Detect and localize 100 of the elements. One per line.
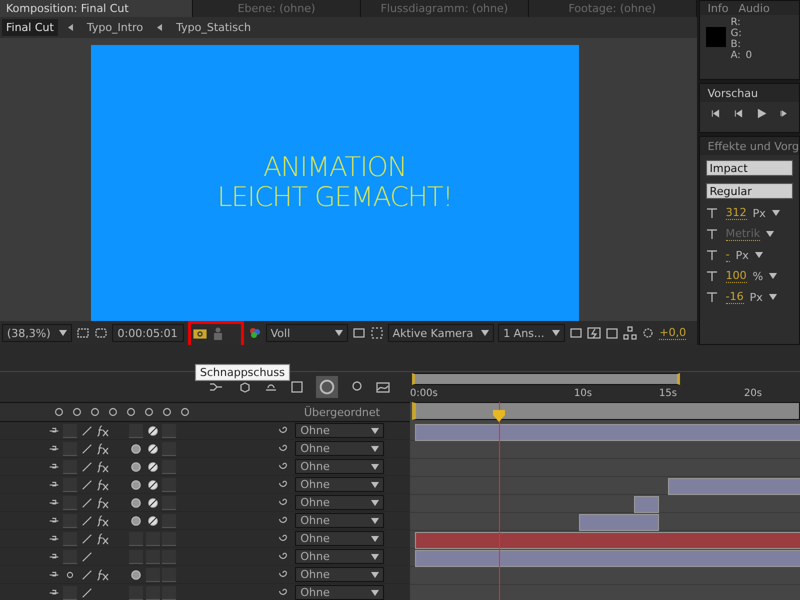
parent-dropdown[interactable]: Ohne	[295, 585, 384, 600]
frame-icon[interactable]	[569, 326, 584, 340]
switch-box[interactable]	[146, 568, 160, 582]
views-dropdown[interactable]: 1 Ans...	[498, 324, 566, 342]
switch-box[interactable]	[129, 532, 144, 546]
time-ruler-label: 15s	[659, 388, 677, 399]
composition-breadcrumb[interactable]: Typo_Statisch	[172, 19, 255, 36]
switch-box[interactable]	[63, 532, 78, 546]
parent-dropdown[interactable]: Ohne	[295, 495, 384, 510]
step-back-icon[interactable]	[732, 108, 744, 119]
switch-box[interactable]	[162, 496, 176, 510]
zoom-dropdown[interactable]: (38,3%)	[2, 324, 72, 342]
switch-box[interactable]	[162, 442, 176, 456]
aperture-icon[interactable]	[641, 326, 656, 340]
switch-box[interactable]	[63, 496, 78, 510]
panel-tab[interactable]: Komposition: Final Cut	[0, 0, 193, 17]
parent-dropdown[interactable]: Ohne	[295, 531, 384, 546]
parent-dropdown[interactable]: Ohne	[295, 567, 384, 582]
caret-icon	[769, 273, 778, 279]
caret-icon	[334, 330, 343, 336]
time-navigator[interactable]	[412, 373, 680, 385]
switch-box[interactable]	[63, 586, 78, 600]
panel-tab[interactable]: Info	[708, 2, 728, 14]
switch-box[interactable]	[162, 532, 176, 546]
switch-box[interactable]	[63, 460, 78, 474]
caret-icon	[370, 518, 379, 524]
flowchart-icon[interactable]	[623, 326, 638, 340]
switch-box[interactable]	[146, 532, 160, 546]
resolution-dropdown[interactable]: Voll	[266, 324, 348, 342]
caret-icon	[481, 330, 490, 336]
switch-box[interactable]	[63, 514, 78, 528]
composition-breadcrumb[interactable]: Final Cut	[2, 19, 58, 36]
caret-icon	[370, 590, 379, 596]
font-style-field[interactable]: Regular	[706, 183, 793, 199]
channel-value: 0	[746, 50, 752, 61]
checkerboard-icon[interactable]	[370, 326, 384, 340]
character-value[interactable]: -	[726, 248, 730, 262]
switch-box[interactable]	[129, 424, 144, 438]
switch-box[interactable]	[146, 550, 160, 564]
skip-back-icon[interactable]	[710, 108, 721, 119]
region-icon[interactable]	[76, 326, 90, 340]
switch-box[interactable]	[162, 568, 176, 582]
channel-label: B:	[730, 39, 741, 50]
switch-box[interactable]	[162, 460, 176, 474]
character-value[interactable]: 100	[726, 269, 747, 283]
parent-dropdown[interactable]: Ohne	[295, 477, 384, 492]
parent-dropdown[interactable]: Ohne	[295, 549, 384, 564]
panel-title: Effekte und Vorg	[708, 140, 799, 152]
column-header: Übergeordnet	[304, 406, 380, 418]
switch-box[interactable]	[63, 550, 78, 564]
mask-icon[interactable]	[94, 326, 108, 340]
switch-box[interactable]	[162, 478, 176, 492]
unit-label: Px	[750, 290, 763, 304]
caret-icon	[370, 536, 379, 542]
graph-icon[interactable]	[376, 380, 390, 394]
parent-dropdown[interactable]: Ohne	[295, 513, 384, 528]
title-text: LEICHT GEMACHT!	[217, 183, 452, 213]
timecode-field[interactable]: 0:00:05:01	[112, 324, 184, 342]
switch-box[interactable]	[162, 586, 176, 600]
parent-dropdown[interactable]: Ohne	[295, 441, 384, 456]
exposure-value[interactable]: +0,0	[659, 326, 686, 340]
fast-preview-icon[interactable]	[587, 326, 602, 340]
switch-box[interactable]	[162, 550, 176, 564]
color-swatch	[706, 27, 726, 47]
frame-icon[interactable]	[352, 326, 366, 340]
channel-label: A:	[730, 50, 741, 61]
switch-box[interactable]	[162, 514, 176, 528]
caret-icon	[370, 482, 379, 488]
tooltip: Schnappschuss	[195, 364, 290, 381]
composition-breadcrumb[interactable]: Typo_Intro	[82, 19, 148, 36]
switch-box[interactable]	[63, 424, 78, 438]
work-area-bar[interactable]	[412, 402, 800, 420]
color-channels-icon[interactable]	[248, 326, 262, 340]
switch-box[interactable]	[129, 550, 144, 564]
switch-box[interactable]	[146, 586, 160, 600]
playhead-icon[interactable]	[493, 410, 505, 422]
play-icon[interactable]	[756, 108, 767, 119]
caret-icon	[772, 210, 780, 216]
caret-icon	[552, 330, 560, 336]
time-ruler-label: 20s	[744, 388, 762, 399]
parent-dropdown[interactable]: Ohne	[295, 423, 384, 438]
caret-icon	[370, 464, 379, 470]
caret-icon	[370, 500, 379, 506]
caret-icon	[768, 294, 777, 300]
switch-box[interactable]	[162, 424, 176, 438]
switch-box[interactable]	[63, 442, 78, 456]
character-value[interactable]: -16	[726, 290, 744, 304]
film-icon[interactable]	[290, 380, 304, 394]
channel-label: R:	[730, 17, 741, 28]
parent-dropdown[interactable]: Ohne	[295, 459, 384, 474]
switch-box[interactable]	[63, 478, 78, 492]
character-value[interactable]: 312	[726, 206, 747, 220]
camera-dropdown[interactable]: Aktive Kamera	[388, 324, 494, 342]
font-field[interactable]: Impact	[706, 160, 793, 176]
switch-box[interactable]	[129, 586, 144, 600]
time-ruler-label: 0:00s	[410, 388, 438, 399]
panel-tab[interactable]: Audio	[738, 2, 770, 14]
step-forward-icon[interactable]	[778, 108, 788, 119]
time-ruler-label: 10s	[574, 388, 592, 399]
unit-label: %	[752, 270, 764, 282]
